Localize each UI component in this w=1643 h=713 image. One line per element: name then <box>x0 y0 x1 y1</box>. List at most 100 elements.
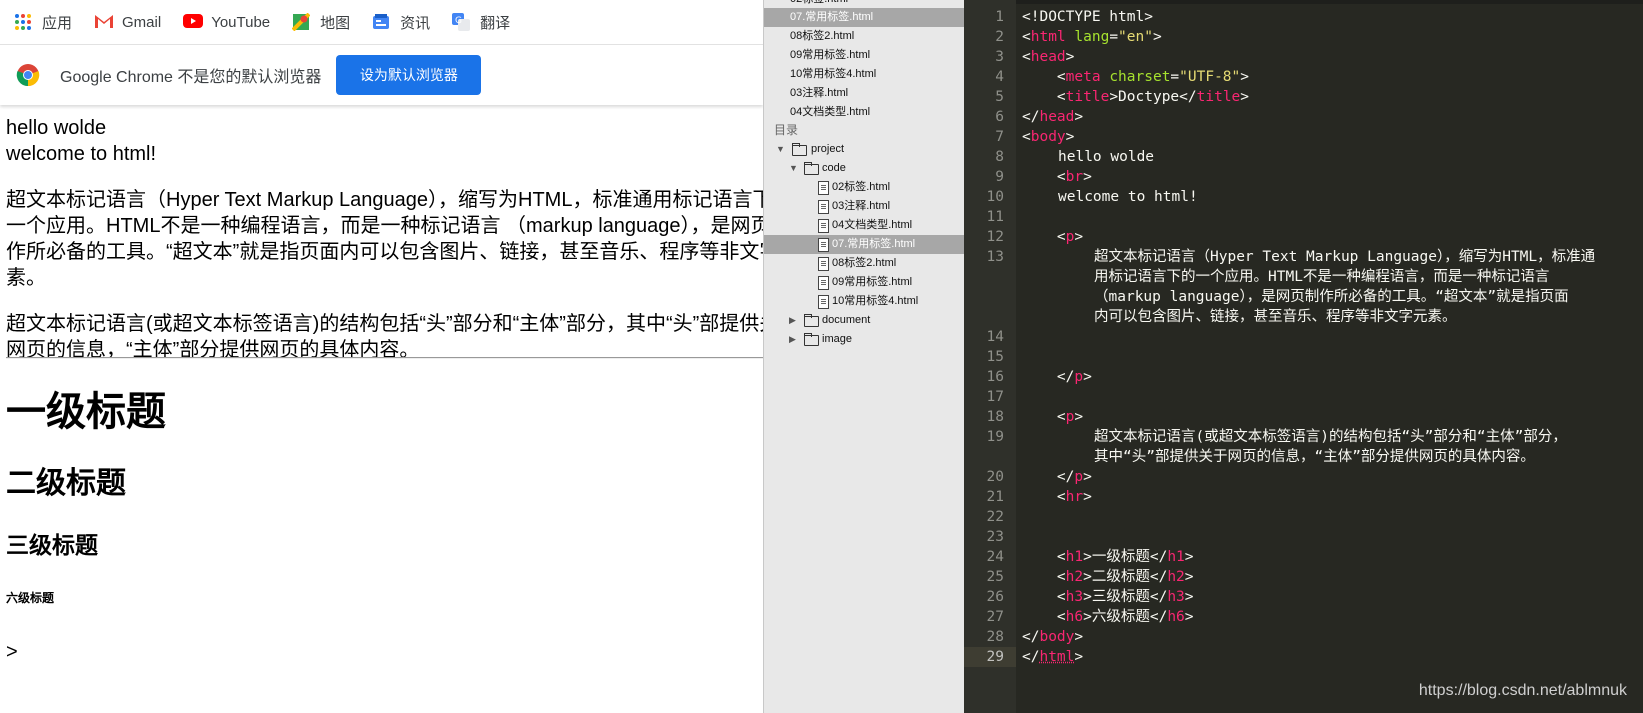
line-number: 1 <box>995 9 1004 25</box>
code-line: <meta charset="UTF-8"> <box>1022 69 1249 85</box>
open-file-item[interactable]: 04文档类型.html <box>764 103 964 122</box>
bookmark-label: Gmail <box>122 13 162 31</box>
news-icon <box>372 13 392 31</box>
sidebar-file-tree: 02标签.html 07.常用标签.html 08标签2.html 09常用标签… <box>763 0 964 713</box>
apps-grid-icon <box>14 13 34 31</box>
code-line: <h1>一级标题</h1> <box>1022 549 1194 565</box>
set-default-browser-button[interactable]: 设为默认浏览器 <box>336 55 482 95</box>
line-number: 8 <box>995 149 1004 165</box>
line-number: 22 <box>986 509 1004 525</box>
line-number: 4 <box>995 69 1004 85</box>
line-number: 26 <box>986 589 1004 605</box>
file-item[interactable]: 03注释.html <box>764 197 964 216</box>
paragraph-1: 超文本标记语言（Hyper Text Markup Language），缩写为H… <box>6 189 763 289</box>
chevron-down-icon: ▼ <box>776 144 785 154</box>
code-line: <hr> <box>1022 489 1092 505</box>
code-line: <h2>二级标题</h2> <box>1022 569 1194 585</box>
file-icon <box>818 200 829 214</box>
code-line: hello wolde <box>1058 149 1155 165</box>
code-line: <p> <box>1022 409 1084 425</box>
line-number: 3 <box>995 49 1004 65</box>
file-item[interactable]: 09常用标签.html <box>764 273 964 292</box>
default-browser-infobar: Google Chrome 不是您的默认浏览器 设为默认浏览器 <box>0 45 763 105</box>
line-number: 27 <box>986 609 1004 625</box>
file-icon <box>818 257 829 271</box>
open-file-item[interactable]: 10常用标签4.html <box>764 65 964 84</box>
folder-code[interactable]: ▼ code <box>764 159 964 178</box>
bookmark-translate[interactable]: G 翻译 <box>452 12 510 33</box>
bookmark-label: 地图 <box>320 14 351 32</box>
line-number: 19 <box>986 429 1004 445</box>
chrome-logo-icon <box>16 63 40 87</box>
line-number: 20 <box>986 469 1004 485</box>
code-editor[interactable]: 1 2 3 4 5 6 7 8 9 10 11 12 13 14 15 16 1… <box>964 0 1643 713</box>
horizontal-rule <box>6 357 763 359</box>
maps-icon <box>291 12 312 32</box>
code-line: 用标记语言下的一个应用。HTML不是一种编程语言，而是一种标记语言 <box>1094 269 1550 285</box>
code-line: 内可以包含图片、链接，甚至音乐、程序等非文字元素。 <box>1094 309 1457 325</box>
stray-text: > <box>6 641 18 663</box>
folder-document[interactable]: ▶ document <box>764 311 964 330</box>
line-number: 2 <box>995 29 1004 45</box>
svg-text:G: G <box>455 16 462 26</box>
welcome-text: welcome to html! <box>6 143 157 165</box>
line-number-gutter: 1 2 3 4 5 6 7 8 9 10 11 12 13 14 15 16 1… <box>964 0 1016 713</box>
open-file-item[interactable]: 08标签2.html <box>764 27 964 46</box>
line-number: 13 <box>986 249 1004 265</box>
infobar-message: Google Chrome 不是您的默认浏览器 <box>60 69 322 86</box>
bookmark-news[interactable]: 资讯 <box>372 12 430 33</box>
bookmarks-bar: 应用 Gmail YouTube 地图 资讯 G 翻译 <box>0 0 763 45</box>
code-line: <!DOCTYPE html> <box>1022 9 1153 25</box>
code-line: </p> <box>1022 369 1092 385</box>
code-line: <br> <box>1022 169 1092 185</box>
code-line: <h6>六级标题</h6> <box>1022 609 1194 625</box>
paragraph-2: 超文本标记语言(或超文本标签语言)的结构包括“头”部分和“主体”部分，其中“头”… <box>6 313 763 361</box>
bookmark-youtube[interactable]: YouTube <box>183 13 270 31</box>
youtube-icon <box>183 13 204 31</box>
bookmark-label: 翻译 <box>480 14 511 32</box>
file-item-selected[interactable]: 07.常用标签.html <box>764 235 964 254</box>
open-file-item[interactable]: 03注释.html <box>764 84 964 103</box>
file-icon <box>818 181 829 195</box>
line-number: 28 <box>986 629 1004 645</box>
heading-2: 二级标题 <box>6 467 126 500</box>
line-number: 23 <box>986 529 1004 545</box>
open-file-item[interactable]: 09常用标签.html <box>764 46 964 65</box>
editor-tab-strip <box>964 0 1643 4</box>
line-number: 11 <box>986 209 1004 225</box>
file-item[interactable]: 02标签.html <box>764 178 964 197</box>
code-line: <head> <box>1022 49 1075 65</box>
bookmark-maps[interactable]: 地图 <box>291 12 351 33</box>
file-item[interactable]: 08标签2.html <box>764 254 964 273</box>
file-icon <box>818 238 829 252</box>
code-line: <p> <box>1022 229 1084 245</box>
line-number: 9 <box>995 169 1004 185</box>
line-number: 10 <box>986 189 1004 205</box>
folder-project[interactable]: ▼ project <box>764 140 964 159</box>
line-number: 6 <box>995 109 1004 125</box>
code-line: <h3>三级标题</h3> <box>1022 589 1194 605</box>
line-number: 15 <box>986 349 1004 365</box>
line-number: 25 <box>986 569 1004 585</box>
gmail-icon <box>94 13 114 31</box>
code-line: </p> <box>1022 469 1092 485</box>
folders-section-label: 目录 <box>774 123 799 137</box>
heading-1: 一级标题 <box>6 390 166 434</box>
browser-window: 应用 Gmail YouTube 地图 资讯 G 翻译 Google Chrom… <box>0 0 763 713</box>
open-file-item[interactable]: 07.常用标签.html <box>764 8 964 27</box>
code-line: 其中“头”部提供关于网页的信息，“主体”部分提供网页的具体内容。 <box>1094 449 1535 465</box>
bookmark-gmail[interactable]: Gmail <box>94 13 161 31</box>
file-icon <box>818 295 829 309</box>
file-icon <box>818 276 829 290</box>
code-line: （markup language），是网页制作所必备的工具。“超文本”就是指页面 <box>1094 289 1569 305</box>
file-item[interactable]: 04文档类型.html <box>764 216 964 235</box>
code-line: 超文本标记语言（Hyper Text Markup Language），缩写为H… <box>1094 249 1596 265</box>
bookmark-label: 资讯 <box>400 14 431 32</box>
folder-image[interactable]: ▶ image <box>764 330 964 349</box>
folder-open-icon <box>792 143 807 156</box>
line-number: 21 <box>986 489 1004 505</box>
chevron-down-icon: ▼ <box>789 163 798 173</box>
bookmark-apps[interactable]: 应用 <box>14 12 72 33</box>
code-line: 超文本标记语言(或超文本标签语言)的结构包括“头”部分和“主体”部分， <box>1094 429 1567 445</box>
file-item[interactable]: 10常用标签4.html <box>764 292 964 311</box>
